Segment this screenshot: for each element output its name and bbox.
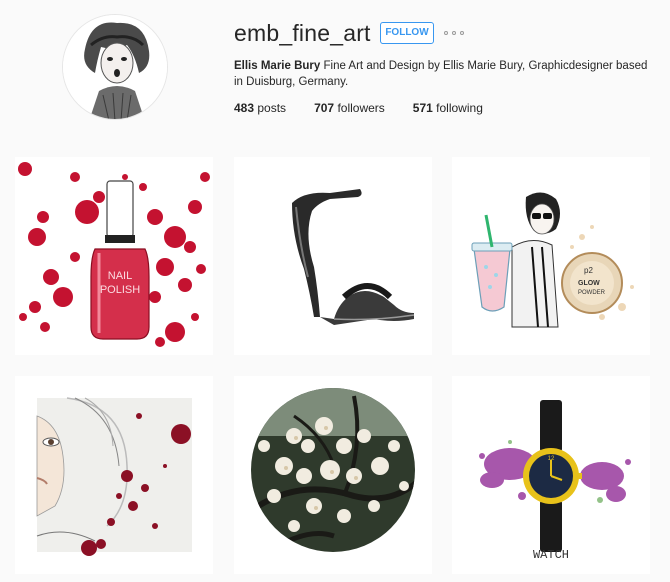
profile-header: emb_fine_art FOLLOW Ellis Marie Bury Fin… xyxy=(0,0,670,140)
post-tile-girl-drink[interactable]: p2 GLOW POWDER xyxy=(452,157,650,355)
portrait-illustration xyxy=(15,376,213,574)
follow-button[interactable]: FOLLOW xyxy=(380,22,434,44)
following-count: 571 xyxy=(412,101,433,115)
bio-full-name: Ellis Marie Bury xyxy=(234,60,321,72)
compact-label-2: POWDER xyxy=(578,290,606,296)
posts-count: 483 xyxy=(234,101,255,115)
bottle-label-line-1: NAIL xyxy=(108,270,132,282)
profile-avatar[interactable] xyxy=(62,14,168,120)
blossom-photo xyxy=(234,376,432,574)
avatar-illustration xyxy=(63,15,167,119)
nail-polish-illustration: NAIL POLISH xyxy=(15,157,213,355)
posts-label: posts xyxy=(257,101,287,115)
compact-brand: p2 xyxy=(584,266,593,275)
following-label: following xyxy=(436,101,483,115)
girl-drink-illustration: p2 GLOW POWDER xyxy=(452,157,650,355)
bottle-label-line-2: POLISH xyxy=(100,284,140,296)
followers-label: followers xyxy=(337,101,385,115)
post-tile-portrait[interactable] xyxy=(15,376,213,574)
profile-bio: Ellis Marie Bury Fine Art and Design by … xyxy=(234,58,654,90)
ellipsis-dot xyxy=(460,31,464,35)
stat-following[interactable]: 571 following xyxy=(413,101,483,115)
compact-label-1: GLOW xyxy=(578,280,600,287)
post-tile-nail-polish[interactable]: NAIL POLISH xyxy=(15,157,213,355)
profile-stats: 483 posts 707 followers 571 following xyxy=(234,101,511,115)
ellipsis-dot xyxy=(452,31,456,35)
post-tile-watch[interactable]: 12 WATCH xyxy=(452,376,650,574)
profile-username: emb_fine_art xyxy=(234,20,371,46)
post-tile-blossom[interactable] xyxy=(234,376,432,574)
stat-followers[interactable]: 707 followers xyxy=(314,101,385,115)
post-tile-sandal[interactable] xyxy=(234,157,432,355)
ellipsis-dot xyxy=(444,31,448,35)
stat-posts: 483 posts xyxy=(234,101,286,115)
watch-caption: WATCH xyxy=(533,548,569,562)
watch-illustration: 12 WATCH xyxy=(452,376,650,574)
ellipsis-icon[interactable] xyxy=(444,22,464,44)
followers-count: 707 xyxy=(314,101,335,115)
svg-text:12: 12 xyxy=(548,456,555,462)
sandal-illustration xyxy=(234,157,432,355)
